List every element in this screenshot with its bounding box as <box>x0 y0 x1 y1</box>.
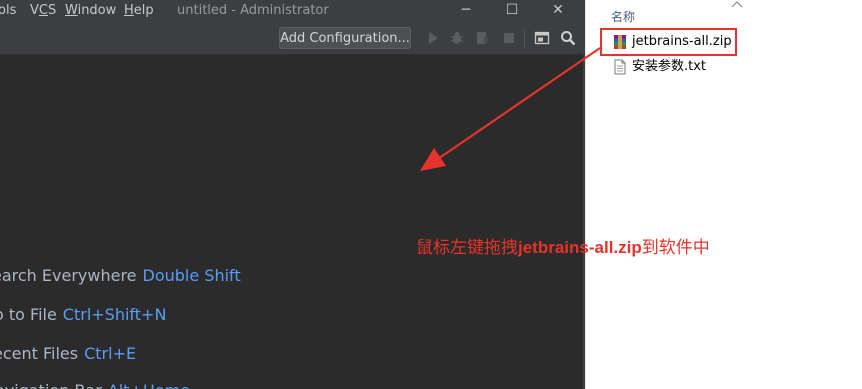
hint-recent-files: ecent Files Ctrl+E <box>0 344 136 364</box>
hint-go-to-file: o to File Ctrl+Shift+N <box>0 305 166 325</box>
drag-instruction-text: 鼠标左键拖拽jetbrains-all.zip到软件中 <box>416 233 710 258</box>
file-explorer-pane: 名称 jetbrains-all.zip 安装参数.txt <box>585 0 862 389</box>
hint-action: earch Everywhere <box>0 266 137 285</box>
hint-search-everywhere: earch Everywhere Double Shift <box>0 266 241 286</box>
hint-action: o to File <box>0 305 57 324</box>
add-configuration-button[interactable]: Add Configuration... <box>279 27 411 49</box>
hint-navigation-bar: avigation Bar Alt+Home <box>0 381 190 389</box>
file-name: 安装参数.txt <box>632 59 707 74</box>
toolbar-separator <box>524 29 525 47</box>
hint-shortcut: Double Shift <box>142 266 241 285</box>
project-structure-icon[interactable] <box>534 30 550 46</box>
hint-action: ecent Files <box>0 344 79 363</box>
instruction-prefix: 鼠标左键拖拽 <box>416 238 518 258</box>
instruction-suffix: 到软件中 <box>641 238 710 258</box>
coverage-icon[interactable] <box>475 30 491 46</box>
menu-window[interactable]: Window <box>65 2 116 20</box>
menu-tools[interactable]: ols <box>0 2 16 20</box>
chevron-up-icon[interactable] <box>731 0 743 8</box>
run-icon[interactable] <box>425 30 441 46</box>
text-file-icon <box>614 59 626 75</box>
hint-shortcut: Ctrl+E <box>84 344 137 363</box>
debug-icon[interactable] <box>449 30 465 46</box>
close-button[interactable]: ✕ <box>535 0 581 22</box>
window-title: untitled - Administrator <box>177 3 329 18</box>
maximize-button[interactable]: ☐ <box>489 0 535 22</box>
hint-action: avigation Bar <box>0 381 102 389</box>
ide-window: ols VCS Window Help untitled - Administr… <box>0 0 585 389</box>
menu-help[interactable]: Help <box>124 2 154 20</box>
hint-shortcut: Ctrl+Shift+N <box>62 305 167 324</box>
instruction-file: jetbrains-all.zip <box>518 238 642 257</box>
search-icon[interactable] <box>560 30 576 46</box>
minimize-button[interactable]: ─ <box>443 0 489 22</box>
file-name: jetbrains-all.zip <box>632 34 732 49</box>
winrar-archive-icon <box>614 35 626 49</box>
column-header-name[interactable]: 名称 <box>611 8 635 25</box>
main-toolbar: Add Configuration... <box>0 22 585 55</box>
title-bar: ols VCS Window Help untitled - Administr… <box>0 0 585 22</box>
menu-vcs[interactable]: VCS <box>30 2 56 20</box>
stop-icon[interactable] <box>501 30 517 46</box>
hint-shortcut: Alt+Home <box>108 381 190 389</box>
